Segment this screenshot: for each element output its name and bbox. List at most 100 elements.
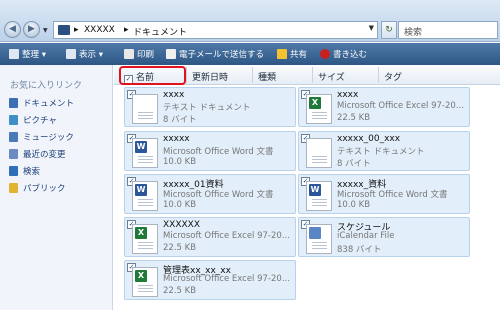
file-type: テキスト ドキュメント [163,103,251,113]
search-icon [9,166,18,176]
file-size: 22.5 KB [163,286,197,296]
crumb-separator[interactable]: ▸ [124,25,129,35]
file-type: Microsoft Office Excel 97-20... [163,231,290,241]
sidebar-item-public[interactable]: パブリック [9,182,66,194]
file-tile[interactable]: ✓ W xxxxx_資料 Microsoft Office Word 文書 10… [298,174,470,214]
pictures-icon [9,115,18,125]
excel-file-icon: X [132,267,158,297]
column-size[interactable]: サイズ [318,70,345,83]
email-button[interactable]: 電子メールで送信する [166,48,264,60]
file-tile[interactable]: ✓ スケジュール iCalendar File 838 バイト [298,217,470,257]
path-dropdown-icon[interactable]: ▼ [369,24,374,32]
burn-label: 書き込む [333,50,368,60]
column-divider[interactable] [252,67,253,83]
public-folder-icon [9,183,18,193]
documents-icon [9,98,18,108]
share-label: 共有 [290,50,308,60]
word-file-icon: W [132,181,158,211]
sidebar-item-label: パブリック [23,184,66,194]
print-button[interactable]: 印刷 [124,48,154,60]
sidebar-item-search[interactable]: 検索 [9,165,40,177]
file-size: 10.0 KB [163,200,197,210]
sidebar-item-pictures[interactable]: ピクチャ [9,114,57,126]
navigation-pane: お気に入りリンク ドキュメント ピクチャ ミュージック 最近の変更 検索 パブリ… [0,65,113,310]
crumb-separator[interactable]: ▸ [74,25,79,35]
file-type: Microsoft Office Word 文書 [337,190,448,200]
excel-file-icon: X [306,94,332,124]
back-button[interactable]: ◀ [4,21,21,38]
column-divider[interactable] [378,67,379,83]
search-input[interactable]: 検索 [398,21,498,39]
file-size: 22.5 KB [163,243,197,253]
file-tile[interactable]: ✓ W xxxxx Microsoft Office Word 文書 10.0 … [124,131,296,171]
file-type: Microsoft Office Excel 97-20... [163,274,290,284]
address-bar: ◀ ▶ ▼ ▸ XXXXX ▸ ドキュメント ▼ ↻ 検索 [0,0,500,42]
file-type: Microsoft Office Excel 97-20... [337,101,464,111]
file-tile[interactable]: ✓ W xxxxx_01資料 Microsoft Office Word 文書 … [124,174,296,214]
text-file-icon [306,138,332,168]
file-type: テキスト ドキュメント [337,147,425,157]
refresh-icon: ↻ [385,25,393,35]
file-size: 10.0 KB [337,200,371,210]
sidebar-item-label: 最近の変更 [23,150,66,160]
file-tile[interactable]: ✓ X xxxx Microsoft Office Excel 97-20...… [298,87,470,127]
file-tile[interactable]: ✓ X XXXXXX Microsoft Office Excel 97-20.… [124,217,296,257]
organize-button[interactable]: 整理 ▾ [9,48,46,60]
history-dropdown-icon[interactable]: ▼ [43,27,48,34]
forward-button[interactable]: ▶ [23,21,40,38]
file-size: 8 バイト [163,115,197,125]
favorite-links-header: お気に入りリンク [10,81,83,91]
file-size: 10.0 KB [163,157,197,167]
organize-icon [9,49,19,59]
crumb-documents[interactable]: ドキュメント [133,25,187,38]
file-type: iCalendar File [337,231,395,241]
file-type: Microsoft Office Word 文書 [163,147,274,157]
back-arrow-icon: ◀ [9,24,16,34]
excel-file-icon: X [132,224,158,254]
word-file-icon: W [306,181,332,211]
file-name: xxxxx [163,134,190,144]
share-button[interactable]: 共有 [277,48,307,60]
sidebar-item-label: 検索 [23,167,41,177]
file-name: xxxx [163,90,185,100]
calendar-file-icon [306,224,332,254]
column-divider[interactable] [312,67,313,83]
column-tags[interactable]: タグ [384,70,402,83]
email-icon [166,49,176,59]
refresh-button[interactable]: ↻ [381,21,397,39]
views-label: 表示 [79,50,97,60]
views-button[interactable]: 表示 ▾ [66,48,103,60]
file-tile[interactable]: ✓ xxxxx_00_xxx テキスト ドキュメント 8 バイト [298,131,470,171]
file-tile[interactable]: ✓ xxxx テキスト ドキュメント 8 バイト [124,87,296,127]
command-toolbar: 整理 ▾ 表示 ▾ 印刷 電子メールで送信する 共有 書き込む [0,43,500,65]
music-icon [9,132,18,142]
file-type: Microsoft Office Word 文書 [163,190,274,200]
column-type[interactable]: 種類 [258,70,276,83]
folder-icon [58,25,70,35]
file-name: xxxxx_00_xxx [337,134,401,144]
sidebar-item-label: ピクチャ [23,116,57,126]
file-size: 22.5 KB [337,113,371,123]
address-path-box[interactable]: ▸ XXXXX ▸ ドキュメント ▼ [53,21,378,39]
column-modified[interactable]: 更新日時 [192,70,228,83]
printer-icon [124,49,134,59]
sidebar-item-label: ドキュメント [23,99,75,109]
sidebar-item-recent-changes[interactable]: 最近の変更 [9,148,66,160]
file-size: 8 バイト [337,159,371,169]
sidebar-item-documents[interactable]: ドキュメント [9,97,74,109]
file-size: 838 バイト [337,245,382,255]
name-column-highlight [119,66,186,85]
sidebar-item-music[interactable]: ミュージック [9,131,74,143]
forward-arrow-icon: ▶ [28,24,35,34]
text-file-icon [132,94,158,124]
email-label: 電子メールで送信する [179,50,265,60]
column-divider[interactable] [186,67,187,83]
crumb-user[interactable]: XXXXX [84,25,115,35]
print-label: 印刷 [137,50,155,60]
sidebar-item-label: ミュージック [23,133,74,143]
views-icon [66,49,76,59]
share-icon [277,49,287,59]
burn-button[interactable]: 書き込む [320,48,367,60]
burn-disc-icon [320,49,330,59]
file-tile[interactable]: ✓ X 管理表xx_xx_xx Microsoft Office Excel 9… [124,260,296,300]
